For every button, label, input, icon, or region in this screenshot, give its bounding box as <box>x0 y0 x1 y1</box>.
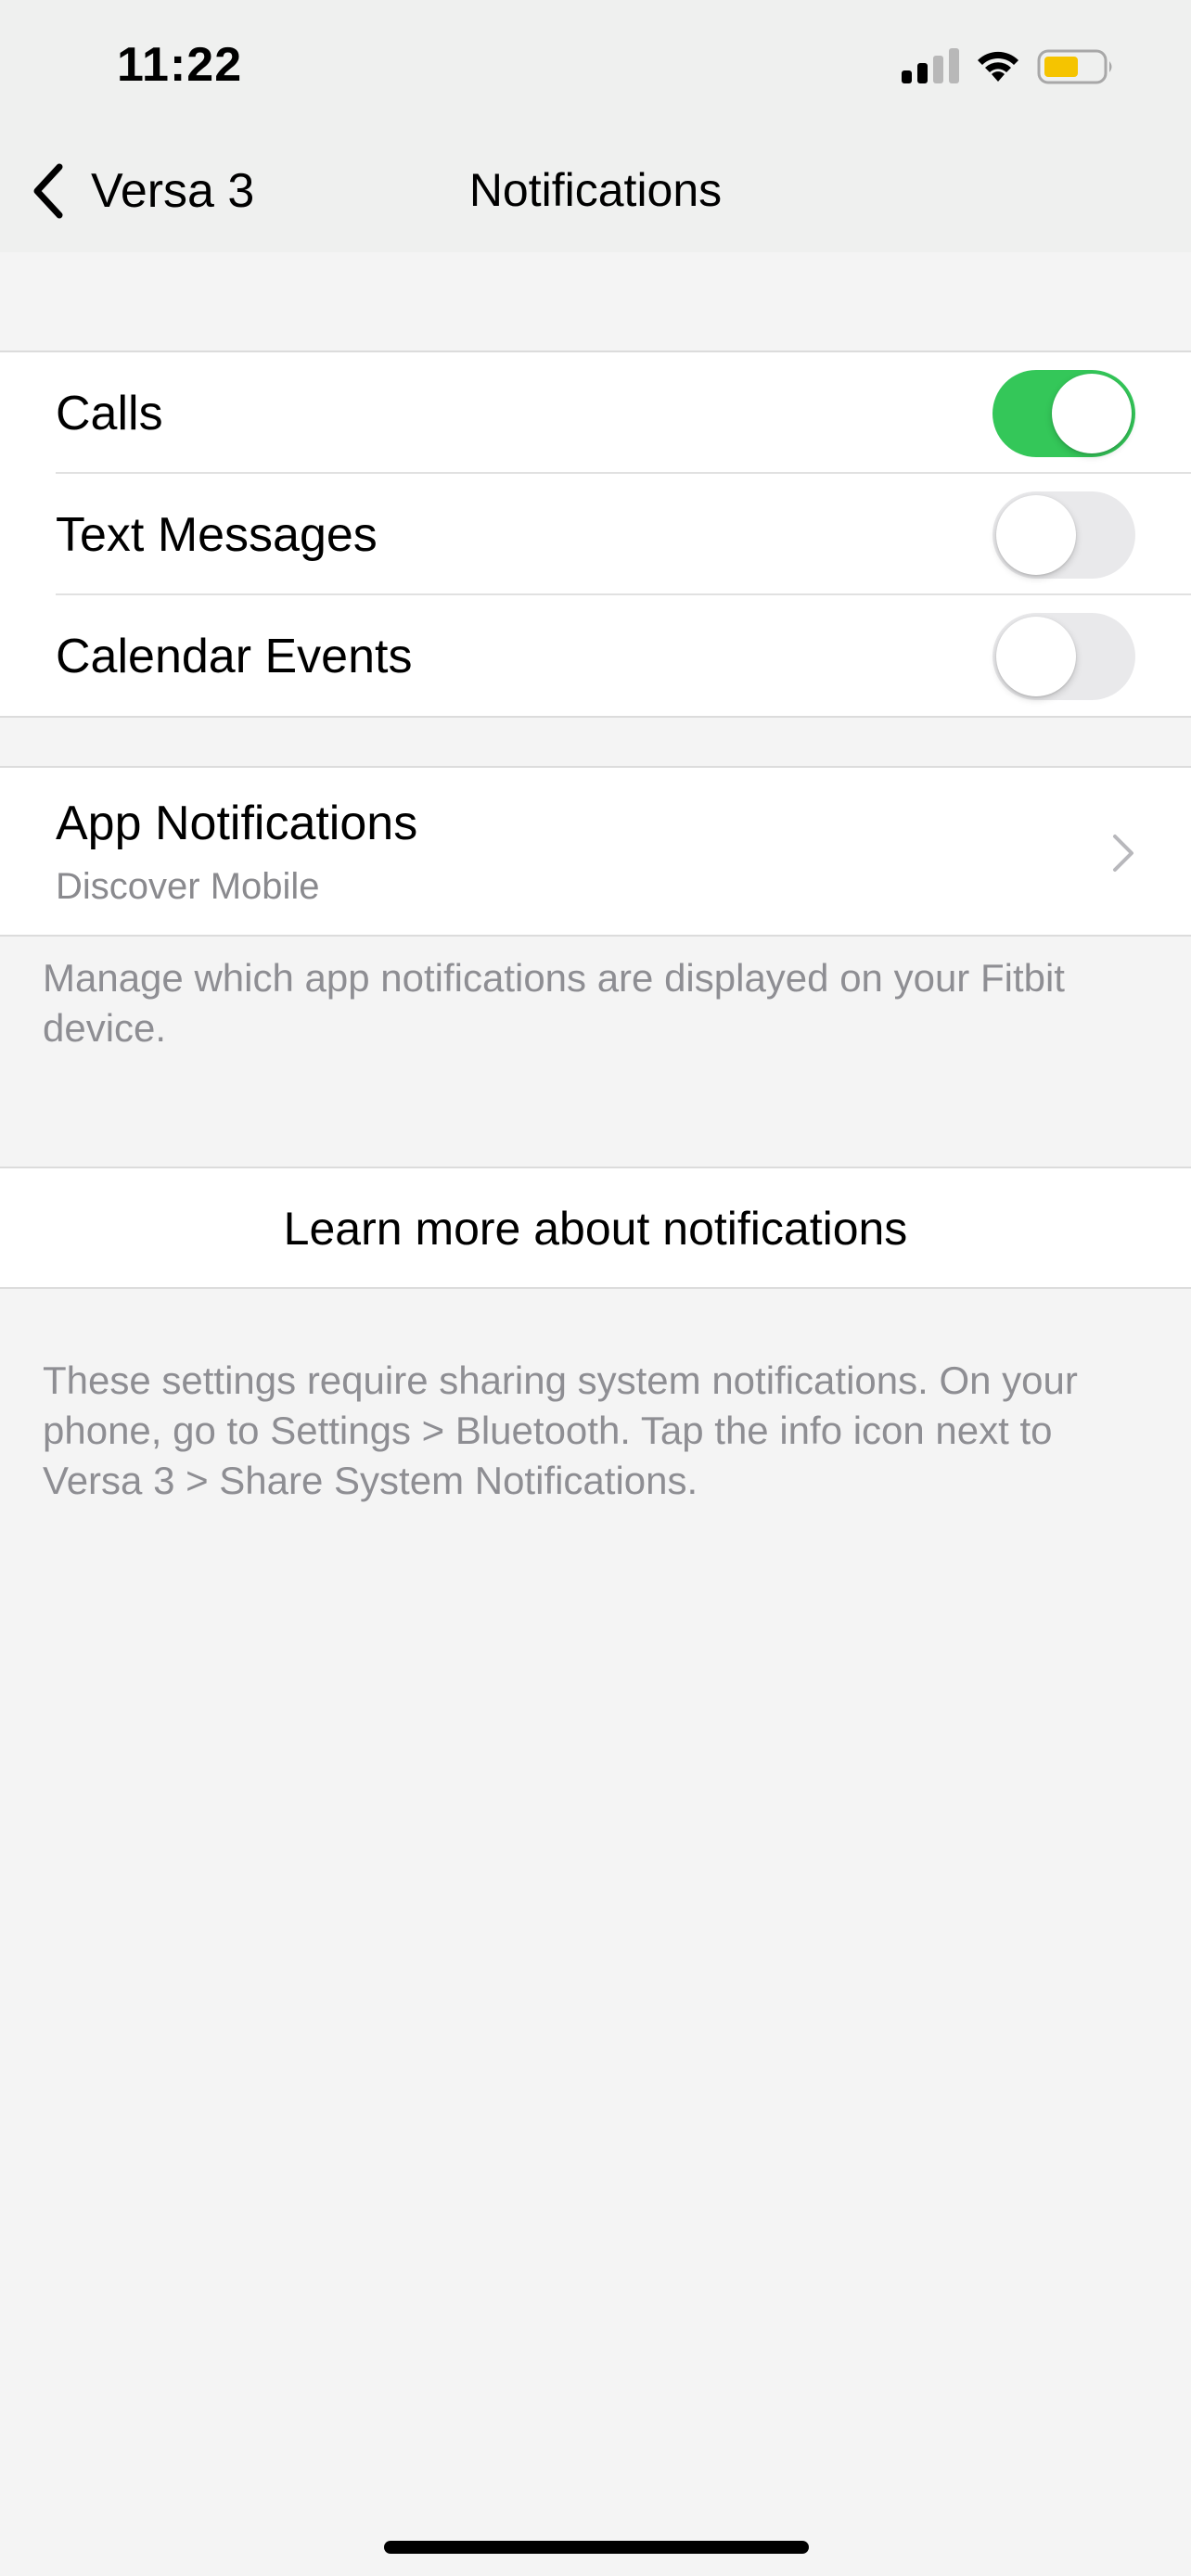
calls-label: Calls <box>56 386 163 440</box>
calendar-events-toggle[interactable] <box>992 612 1135 700</box>
notification-toggles-group: Calls Text Messages Calendar Events <box>0 351 1191 718</box>
chevron-right-icon <box>1113 835 1133 872</box>
app-notifications-title: App Notifications <box>56 797 418 850</box>
learn-more-label: Learn more about notifications <box>283 1203 908 1255</box>
toggle-knob <box>996 494 1076 575</box>
cellular-signal-icon <box>902 48 959 83</box>
app-notifications-footnote: Manage which app notifications are displ… <box>43 956 1065 1050</box>
text-messages-toggle[interactable] <box>992 491 1135 579</box>
home-indicator[interactable] <box>384 2541 809 2554</box>
status-time: 11:22 <box>117 38 243 92</box>
text-messages-row: Text Messages <box>0 474 1191 595</box>
page-title: Notifications <box>468 164 723 216</box>
text-messages-label: Text Messages <box>56 507 378 562</box>
settings-footnote: These settings require sharing system no… <box>43 1358 1078 1502</box>
app-notifications-subtitle: Discover Mobile <box>56 866 320 907</box>
wifi-icon <box>978 51 1018 82</box>
toggle-knob <box>996 616 1076 696</box>
calls-row: Calls <box>0 352 1191 474</box>
learn-more-button[interactable]: Learn more about notifications <box>0 1167 1191 1289</box>
calendar-events-label: Calendar Events <box>56 629 413 683</box>
calendar-events-row: Calendar Events <box>0 595 1191 717</box>
battery-icon <box>1037 49 1112 84</box>
toggle-knob <box>1052 373 1132 453</box>
app-notifications-row[interactable]: App Notifications Discover Mobile <box>0 766 1191 937</box>
notifications-screen: 11:22 Versa 3 Notifications Calls Text M… <box>0 0 1191 2576</box>
top-bar: 11:22 Versa 3 Notifications <box>0 0 1191 252</box>
calls-toggle[interactable] <box>992 369 1135 457</box>
